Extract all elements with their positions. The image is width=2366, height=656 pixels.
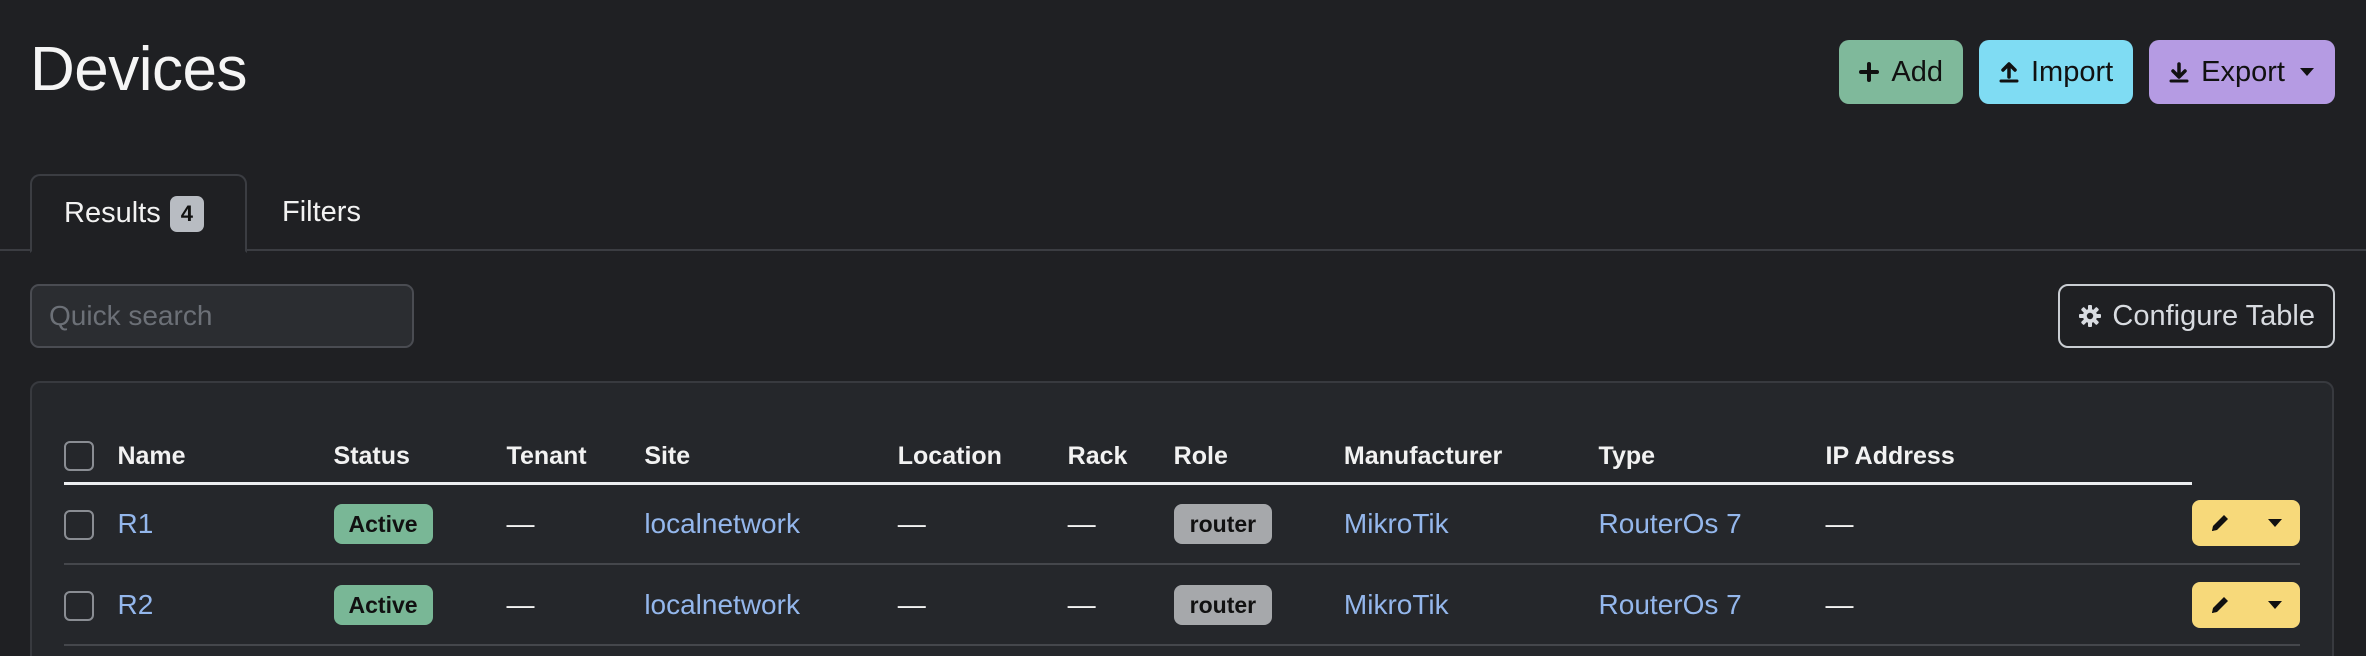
header-actions: Add Import Export (1839, 40, 2335, 104)
configure-table-label: Configure Table (2112, 299, 2315, 332)
manufacturer-link[interactable]: MikroTik (1344, 589, 1449, 620)
tab-results-label: Results (64, 197, 161, 229)
export-button-label: Export (2201, 55, 2285, 88)
table-row: R2 Active — localnetwork — — router Mikr… (64, 564, 2300, 645)
manufacturer-link[interactable]: MikroTik (1344, 508, 1449, 539)
column-header-manufacturer[interactable]: Manufacturer (1343, 423, 1599, 485)
row-actions-group (2192, 581, 2300, 628)
gear-icon (2078, 304, 2102, 328)
column-header-status[interactable]: Status (333, 423, 507, 485)
column-header-ip-address[interactable]: IP Address (1825, 423, 2073, 485)
download-icon (2169, 61, 2189, 83)
page-title: Devices (30, 35, 248, 104)
pencil-icon[interactable] (2209, 594, 2231, 616)
export-button[interactable]: Export (2149, 40, 2335, 104)
status-badge: Active (333, 503, 433, 544)
device-type-link[interactable]: RouterOs 7 (1599, 508, 1742, 539)
caret-down-icon (2299, 67, 2315, 77)
pencil-icon[interactable] (2209, 512, 2231, 534)
site-link[interactable]: localnetwork (644, 508, 800, 539)
row-checkbox[interactable] (64, 510, 94, 541)
row-actions-group (2192, 500, 2300, 546)
table-header-row: Name Status Tenant Site Location Rack Ro… (64, 423, 2300, 485)
column-header-site[interactable]: Site (644, 423, 898, 485)
location-value: — (897, 507, 926, 539)
rack-value: — (1067, 507, 1096, 539)
configure-table-button[interactable]: Configure Table (2058, 284, 2335, 348)
row-checkbox[interactable] (64, 590, 94, 621)
tab-results[interactable]: Results 4 (30, 174, 247, 253)
caret-down-icon[interactable] (2267, 600, 2283, 610)
tenant-value: — (506, 507, 535, 539)
role-badge[interactable]: router (1173, 503, 1273, 544)
ip-address-value: — (1825, 507, 1854, 539)
table-row: R1 Active — localnetwork — — router Mikr… (64, 483, 2300, 564)
upload-icon (1999, 61, 2019, 83)
add-button-label: Add (1891, 55, 1943, 88)
device-name-link[interactable]: R2 (117, 589, 153, 620)
role-badge[interactable]: router (1173, 584, 1273, 625)
device-name-link[interactable]: R1 (117, 508, 153, 539)
status-badge: Active (333, 584, 433, 625)
column-header-actions (2072, 423, 2192, 485)
add-button[interactable]: Add (1839, 40, 1963, 104)
tab-filters-label: Filters (282, 196, 361, 228)
select-all-checkbox[interactable] (64, 441, 94, 472)
device-type-link[interactable]: RouterOs 7 (1599, 589, 1742, 620)
devices-page: Devices Add Import Export Results 4 Filt… (0, 0, 2366, 656)
devices-table: Name Status Tenant Site Location Rack Ro… (64, 423, 2300, 646)
column-header-role[interactable]: Role (1173, 423, 1344, 485)
location-value: — (897, 588, 926, 620)
ip-address-value: — (1825, 588, 1854, 620)
tab-bar: Results 4 Filters (0, 174, 2366, 253)
plus-icon (1859, 62, 1880, 82)
import-button-label: Import (2030, 55, 2114, 88)
quick-search-input[interactable] (30, 284, 414, 348)
column-header-tenant[interactable]: Tenant (506, 423, 645, 485)
results-count-badge: 4 (169, 195, 204, 232)
import-button[interactable]: Import (1978, 40, 2134, 104)
column-header-name[interactable]: Name (117, 423, 334, 485)
caret-down-icon[interactable] (2267, 518, 2283, 528)
tab-filters[interactable]: Filters (282, 174, 361, 251)
devices-table-card: Name Status Tenant Site Location Rack Ro… (30, 381, 2334, 656)
column-header-location[interactable]: Location (897, 423, 1068, 485)
tenant-value: — (506, 588, 535, 620)
column-header-rack[interactable]: Rack (1067, 423, 1174, 485)
select-all-cell (64, 423, 118, 485)
rack-value: — (1067, 588, 1096, 620)
site-link[interactable]: localnetwork (644, 589, 800, 620)
column-header-type[interactable]: Type (1598, 423, 1826, 485)
